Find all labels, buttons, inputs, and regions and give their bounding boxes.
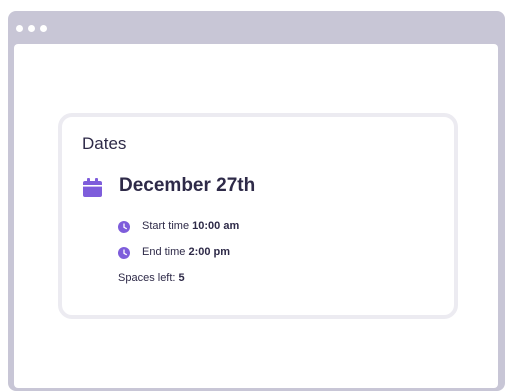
event-date: December 27th [119, 175, 256, 196]
start-time-value: 10:00 am [192, 220, 240, 232]
window-control-dot[interactable] [40, 25, 47, 32]
calendar-icon [83, 178, 102, 197]
window-control-dot[interactable] [16, 25, 23, 32]
clock-icon [118, 247, 130, 259]
start-time-row: Start time 10:00 am [118, 220, 398, 236]
spaces-left-value: 5 [178, 272, 185, 284]
window-titlebar [8, 11, 505, 44]
date-row: December 27th [82, 175, 422, 201]
spaces-left-label: Spaces left: [118, 272, 176, 284]
page-viewport: Dates December 27th Start time 10:00 am … [14, 44, 498, 388]
end-time-row: End time 2:00 pm [118, 246, 398, 262]
end-time-value: 2:00 pm [188, 246, 231, 258]
end-time-label: End time [142, 246, 186, 258]
window-control-dot[interactable] [28, 25, 35, 32]
start-time-label: Start time [142, 220, 190, 232]
browser-window: Dates December 27th Start time 10:00 am … [8, 11, 505, 391]
clock-icon [118, 221, 130, 233]
dates-card: Dates December 27th Start time 10:00 am … [58, 113, 458, 319]
card-title: Dates [82, 134, 127, 153]
spaces-left-row: Spaces left: 5 [118, 272, 398, 288]
